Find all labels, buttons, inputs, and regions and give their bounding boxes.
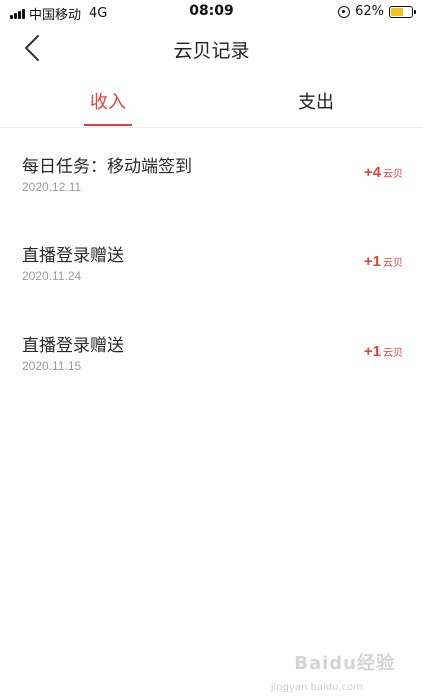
amount-unit: 云贝 <box>383 169 403 180</box>
record-title: 直播登录赠送 <box>22 336 124 356</box>
orientation-lock-icon <box>338 5 351 18</box>
status-bar: 中国移动 4G 08:09 62% <box>0 0 423 24</box>
list-item: 每日任务：移动端签到 2020.12.11 +4 云贝 <box>0 152 423 242</box>
record-date: 2020.11.15 <box>22 359 82 373</box>
watermark: Baidu经验 <box>294 653 395 674</box>
watermark-sub: jingyan.baidu.com <box>270 682 363 693</box>
list-item: 直播登录赠送 2020.11.15 +1 云贝 <box>0 331 423 421</box>
record-amount: +4 云贝 <box>364 164 403 181</box>
tab-bar: 收入 支出 <box>0 72 423 128</box>
nav-bar: 云贝记录 <box>0 24 423 72</box>
record-amount: +1 云贝 <box>364 253 403 270</box>
amount-unit: 云贝 <box>383 258 403 269</box>
page-title: 云贝记录 <box>173 40 250 62</box>
amount-unit: 云贝 <box>383 348 403 359</box>
battery-icon <box>389 5 416 18</box>
record-title: 直播登录赠送 <box>22 246 124 266</box>
status-right: 62% <box>338 4 416 19</box>
tab-expense[interactable]: 支出 <box>256 88 376 114</box>
amount-value: +1 <box>363 253 381 270</box>
amount-value: +4 <box>363 164 381 181</box>
record-amount: +1 云贝 <box>364 343 403 360</box>
active-tab-indicator <box>84 124 132 126</box>
tab-income[interactable]: 收入 <box>48 88 168 114</box>
amount-value: +1 <box>363 343 381 360</box>
record-title: 每日任务：移动端签到 <box>22 157 192 177</box>
battery-fill <box>391 7 404 16</box>
record-date: 2020.12.11 <box>22 180 82 194</box>
list-item: 直播登录赠送 2020.11.24 +1 云贝 <box>0 241 423 331</box>
battery-percent: 62% <box>355 4 384 19</box>
record-date: 2020.11.24 <box>22 269 82 283</box>
